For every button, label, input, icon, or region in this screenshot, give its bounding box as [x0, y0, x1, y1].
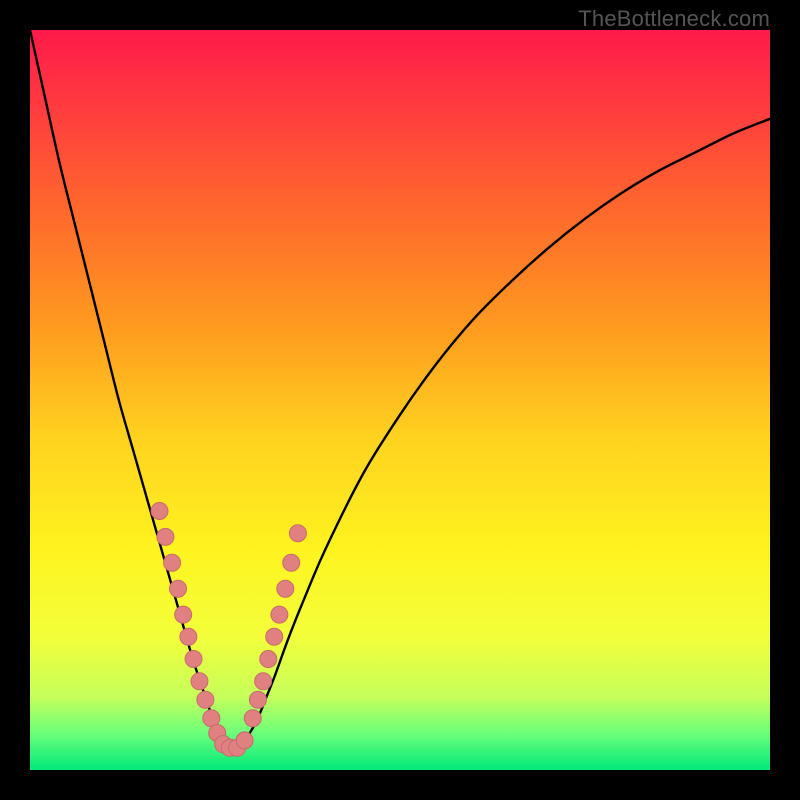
scatter-dot	[244, 710, 261, 727]
bottleneck-curve	[30, 30, 770, 749]
scatter-dot	[170, 580, 187, 597]
scatter-dots-group	[151, 503, 306, 757]
chart-frame: TheBottleneck.com	[0, 0, 800, 800]
scatter-dot	[277, 580, 294, 597]
scatter-dot	[271, 606, 288, 623]
scatter-dot	[236, 732, 253, 749]
scatter-dot	[185, 651, 202, 668]
scatter-dot	[266, 628, 283, 645]
scatter-dot	[260, 651, 277, 668]
scatter-dot	[175, 606, 192, 623]
scatter-dot	[164, 554, 181, 571]
watermark-text: TheBottleneck.com	[578, 6, 770, 32]
scatter-dot	[157, 528, 174, 545]
scatter-dot	[289, 525, 306, 542]
scatter-dot	[283, 554, 300, 571]
scatter-dot	[197, 691, 214, 708]
plot-area	[30, 30, 770, 770]
scatter-dot	[255, 673, 272, 690]
curve-layer	[30, 30, 770, 770]
scatter-dot	[151, 503, 168, 520]
scatter-dot	[180, 628, 197, 645]
scatter-dot	[191, 673, 208, 690]
scatter-dot	[249, 691, 266, 708]
